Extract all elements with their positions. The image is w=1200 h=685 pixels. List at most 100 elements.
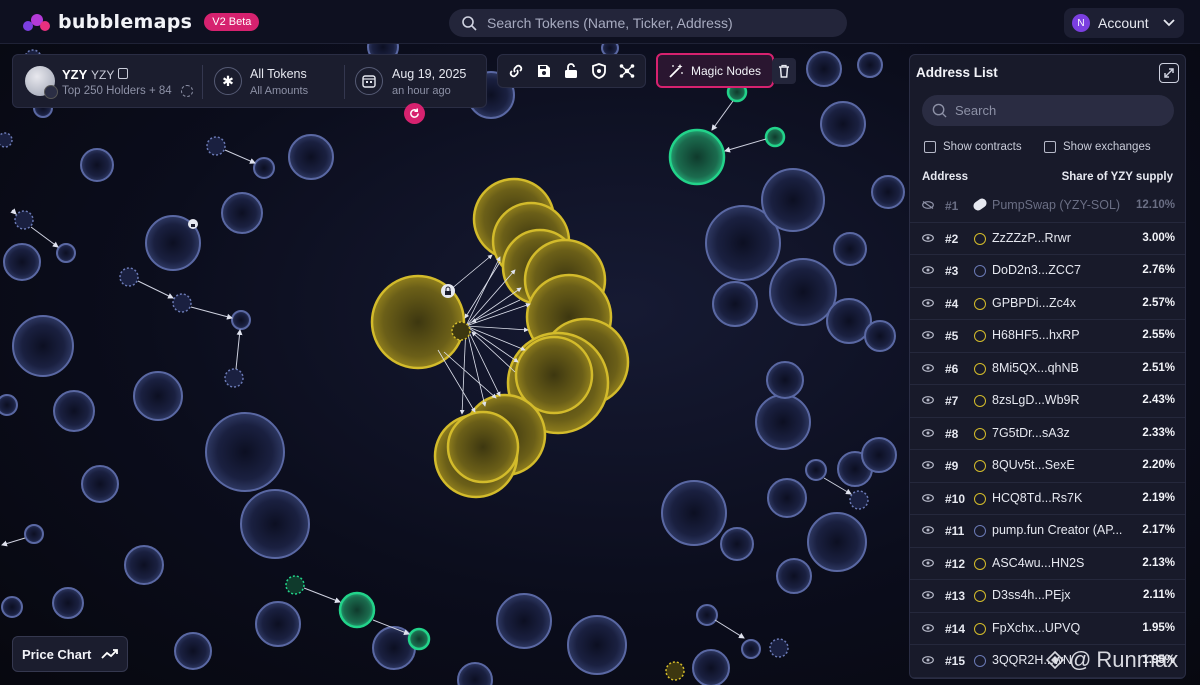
row-address[interactable]: H68HF5...hxRP — [992, 328, 1134, 342]
refresh-button[interactable] — [404, 103, 425, 124]
eye-icon[interactable] — [922, 298, 934, 307]
eye-icon[interactable] — [922, 493, 934, 502]
table-row[interactable]: #3 DoD2n3...ZCC7 2.76% — [910, 255, 1185, 288]
snapshot-date[interactable]: Aug 19, 2025 — [392, 67, 466, 81]
holders-label[interactable]: Top 250 Holders + 84 — [62, 85, 172, 97]
row-address[interactable]: HCQ8Td...Rs7K — [992, 491, 1134, 505]
cluster-dot-icon — [974, 622, 986, 635]
table-row[interactable]: #7 8zsLgD...Wb9R 2.43% — [910, 385, 1185, 418]
cluster-dot-icon — [974, 492, 986, 505]
eye-icon[interactable] — [922, 623, 934, 632]
table-row[interactable]: #11 pump.fun Creator (AP... 2.17% — [910, 515, 1185, 548]
contract-icon — [971, 196, 989, 213]
eye-icon[interactable] — [922, 363, 934, 372]
chain-badge-icon — [44, 85, 58, 99]
avatar: N — [1072, 14, 1090, 32]
eye-icon[interactable] — [922, 558, 934, 567]
table-row[interactable]: #1 PumpSwap (YZY-SOL) 12.10% — [910, 190, 1185, 223]
watermark-text: Runmax — [1096, 647, 1179, 672]
table-row[interactable]: #5 H68HF5...hxRP 2.55% — [910, 320, 1185, 353]
filter-title[interactable]: All Tokens — [250, 67, 307, 81]
search-icon — [462, 16, 477, 31]
copy-icon[interactable] — [118, 68, 128, 79]
eye-icon[interactable] — [922, 233, 934, 242]
app-logo[interactable]: bubblemaps V2 Beta — [22, 11, 260, 33]
top-bar: bubblemaps V2 Beta N Account — [0, 0, 1200, 44]
watermark: @ Runmax — [1046, 647, 1178, 673]
show-exchanges-checkbox[interactable] — [1044, 141, 1056, 153]
delete-button[interactable] — [772, 58, 796, 84]
row-address[interactable]: 8Mi5QX...qhNB — [992, 361, 1134, 375]
asterisk-icon[interactable]: ✱ — [214, 67, 242, 95]
row-address[interactable]: pump.fun Creator (AP... — [992, 523, 1134, 537]
row-address[interactable]: 7G5tDr...sA3z — [992, 426, 1134, 440]
show-exchanges-label: Show exchanges — [1063, 141, 1151, 153]
row-address[interactable]: GPBPDi...Zc4x — [992, 296, 1134, 310]
eye-icon[interactable] — [922, 266, 934, 274]
row-address[interactable]: 8zsLgD...Wb9R — [992, 393, 1134, 407]
eye-icon[interactable] — [922, 526, 934, 534]
row-share: 3.00% — [1142, 231, 1175, 244]
row-address[interactable]: D3ss4h...PEjx — [992, 588, 1134, 602]
eye-off-icon[interactable] — [922, 201, 934, 209]
address-search-input[interactable] — [955, 103, 1155, 118]
row-rank: #15 — [945, 654, 966, 668]
table-row[interactable]: #9 8QUv5t...SexE 2.20% — [910, 450, 1185, 483]
eye-icon[interactable] — [922, 461, 934, 469]
cluster-dot-icon — [974, 265, 986, 277]
eye-icon[interactable] — [922, 331, 934, 339]
table-row[interactable]: #10 HCQ8Td...Rs7K 2.19% — [910, 483, 1185, 515]
row-share: 2.19% — [1142, 491, 1175, 504]
magic-nodes-button[interactable]: Magic Nodes — [656, 53, 774, 88]
bubble-cluster-yellow[interactable] — [370, 177, 630, 499]
show-exchanges-toggle[interactable]: Show exchanges — [1044, 141, 1151, 153]
price-chart-button[interactable]: Price Chart — [12, 636, 128, 672]
table-row[interactable]: #8 7G5tDr...sA3z 2.33% — [910, 418, 1185, 450]
table-row[interactable]: #2 ZzZZzP...Rrwr 3.00% — [910, 223, 1185, 255]
row-rank: #2 — [945, 231, 959, 246]
watermark-prefix: @ — [1069, 647, 1092, 672]
shield-button[interactable] — [587, 59, 611, 83]
row-address[interactable]: FpXchx...UPVQ — [992, 621, 1134, 635]
eye-icon[interactable] — [922, 428, 934, 437]
save-button[interactable] — [532, 59, 556, 83]
account-label: Account — [1098, 15, 1149, 31]
eye-icon[interactable] — [922, 396, 934, 404]
cluster-dot-icon — [974, 427, 986, 440]
search-icon — [932, 103, 947, 118]
bubble-yellow-dashed-bottom[interactable] — [665, 661, 685, 681]
eye-icon[interactable] — [922, 591, 934, 599]
bubble-yellow-dashed[interactable] — [451, 321, 471, 341]
table-row[interactable]: #4 GPBPDi...Zc4x 2.57% — [910, 288, 1185, 320]
row-share: 2.11% — [1143, 589, 1175, 601]
bubble-green-dashed[interactable] — [285, 575, 305, 595]
row-address[interactable]: PumpSwap (YZY-SOL) — [992, 198, 1134, 212]
row-address[interactable]: DoD2n3...ZCC7 — [992, 263, 1134, 277]
table-row[interactable]: #6 8Mi5QX...qhNB 2.51% — [910, 353, 1185, 385]
token-search-input[interactable] — [487, 15, 827, 31]
cluster-dot-icon — [974, 590, 986, 602]
calendar-icon[interactable] — [355, 67, 383, 95]
divider — [202, 65, 203, 99]
table-row[interactable]: #13 D3ss4h...PEjx 2.11% — [910, 580, 1185, 613]
account-menu[interactable]: N Account — [1064, 8, 1184, 38]
show-contracts-checkbox[interactable] — [924, 141, 936, 153]
eye-icon[interactable] — [922, 656, 934, 664]
collapse-button[interactable] — [1159, 63, 1179, 83]
row-share: 2.51% — [1142, 361, 1175, 374]
address-search-bar[interactable] — [922, 95, 1174, 126]
token-search-bar[interactable] — [449, 9, 847, 37]
column-header-share: Share of YZY supply — [1061, 171, 1173, 183]
table-row[interactable]: #14 FpXchx...UPVQ 1.95% — [910, 613, 1185, 645]
unlock-button[interactable] — [559, 59, 583, 83]
row-share: 2.57% — [1142, 296, 1175, 309]
table-row[interactable]: #12 ASC4wu...HN2S 2.13% — [910, 548, 1185, 580]
row-address[interactable]: ZzZZzP...Rrwr — [992, 231, 1134, 245]
show-contracts-toggle[interactable]: Show contracts — [924, 141, 1022, 153]
row-address[interactable]: 8QUv5t...SexE — [992, 458, 1134, 472]
row-address[interactable]: ASC4wu...HN2S — [992, 556, 1134, 570]
link-button[interactable] — [504, 59, 528, 83]
row-share: 12.10% — [1135, 199, 1175, 211]
network-button[interactable] — [615, 59, 639, 83]
magic-nodes-label: Magic Nodes — [691, 63, 762, 78]
